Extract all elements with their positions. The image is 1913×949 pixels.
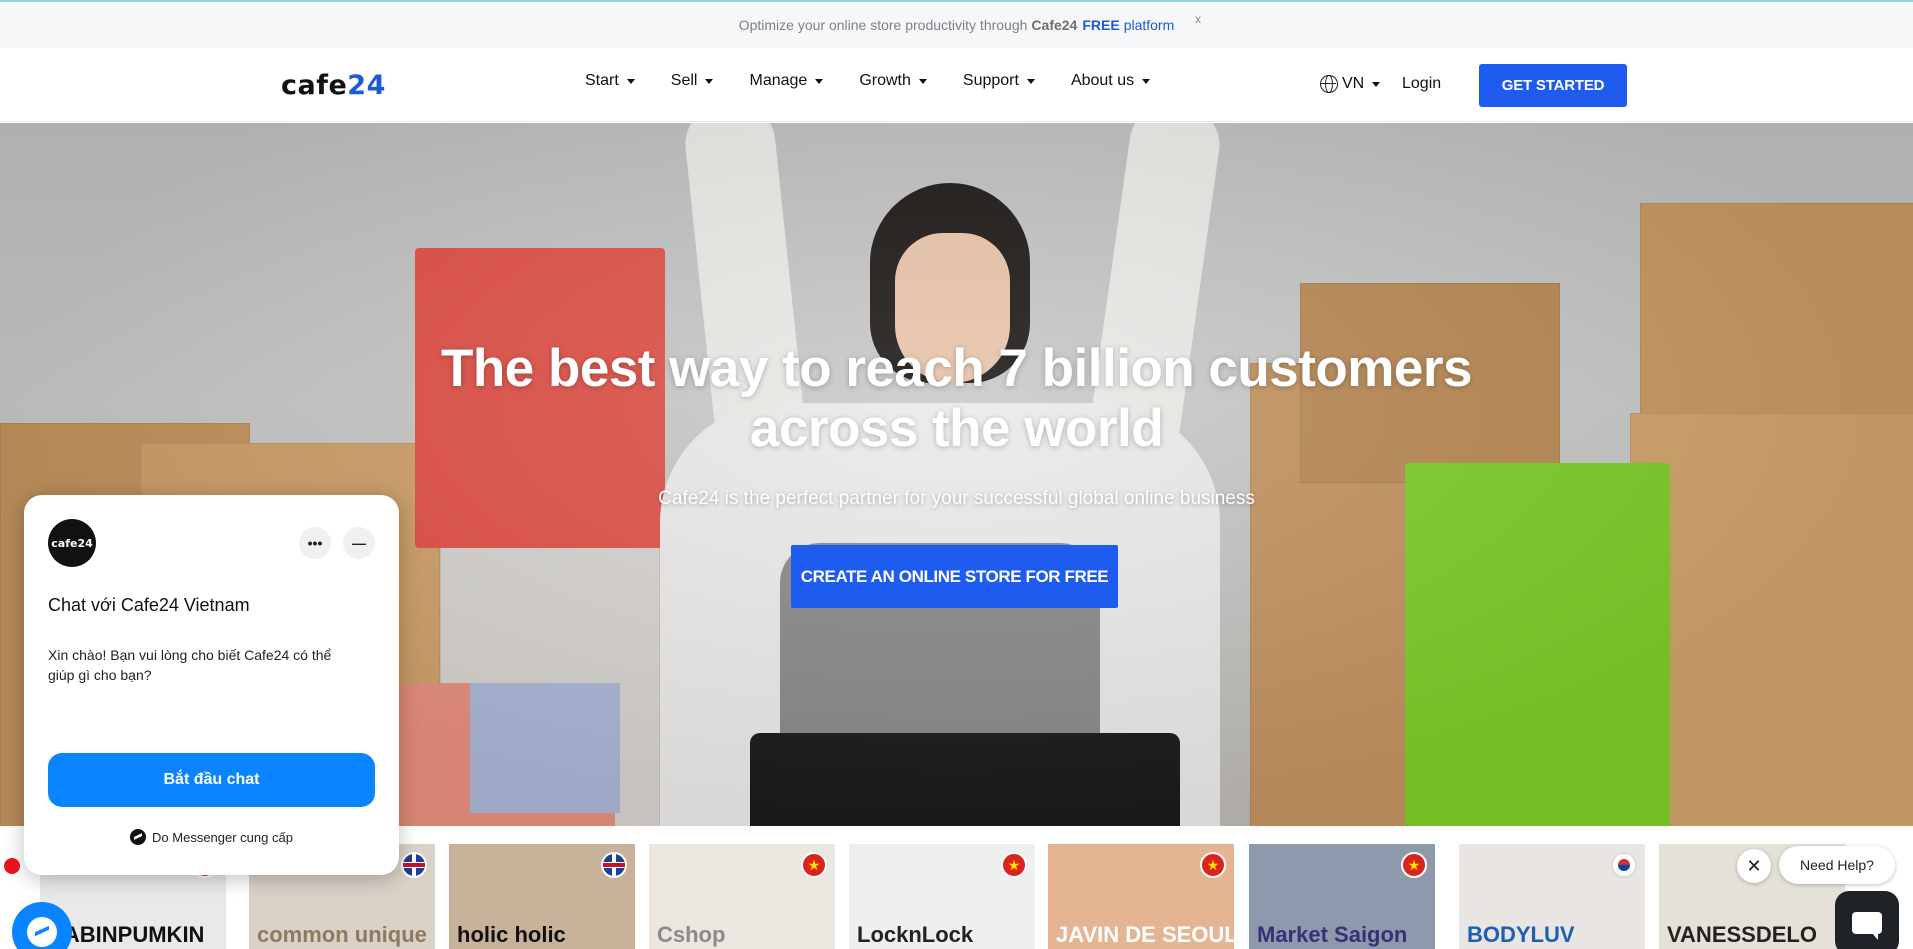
uk-flag-icon — [401, 852, 427, 878]
vn-flag-icon: ★ — [1401, 852, 1427, 878]
main-nav: Start Sell Manage Growth Support About u… — [585, 72, 1186, 90]
chat-title: Chat với Cafe24 Vietnam — [48, 595, 250, 615]
minimize-button[interactable]: — — [343, 527, 375, 559]
messenger-chat-panel: cafe24 ••• — Chat với Cafe24 Vietnam Xin… — [24, 495, 399, 875]
promo-free[interactable]: FREE — [1082, 17, 1119, 33]
chevron-down-icon — [815, 78, 824, 84]
store-name: common unique — [257, 922, 427, 947]
chevron-down-icon — [1142, 78, 1151, 84]
uk-flag-icon — [601, 852, 627, 878]
need-help-bubble[interactable]: Need Help? — [1779, 846, 1895, 884]
store-name: LocknLock — [857, 922, 974, 947]
kr-flag-icon — [1611, 852, 1637, 878]
notification-dot — [4, 858, 20, 874]
store-name: holic holic — [457, 922, 566, 947]
nav-start[interactable]: Start — [585, 72, 635, 90]
nav-about-us[interactable]: About us — [1071, 72, 1151, 90]
promo-platform-link[interactable]: platform — [1124, 17, 1175, 33]
get-started-button[interactable]: GET STARTED — [1479, 64, 1627, 107]
chat-welcome-message: Xin chào! Bạn vui lòng cho biết Cafe24 c… — [48, 647, 332, 683]
store-card[interactable]: LocknLock ★ — [849, 844, 1035, 949]
store-card[interactable]: JAVIN DE SEOUL ★ — [1048, 844, 1234, 949]
cafe24-logo[interactable]: cafe24 — [281, 70, 386, 101]
messenger-icon — [27, 917, 57, 947]
help-close-button[interactable]: ✕ — [1737, 849, 1771, 883]
store-card[interactable]: BODYLUV — [1459, 844, 1645, 949]
site-header: cafe24 Start Sell Manage Growth Support … — [0, 48, 1913, 122]
nav-sell[interactable]: Sell — [671, 72, 714, 90]
create-store-button[interactable]: CREATE AN ONLINE STORE FOR FREE — [791, 545, 1118, 608]
promo-brand: Cafe24 — [1031, 17, 1078, 33]
chevron-down-icon — [1372, 81, 1381, 87]
promo-bar: Optimize your online store productivity … — [0, 0, 1913, 48]
chat-avatar: cafe24 — [48, 519, 96, 567]
vn-flag-icon: ★ — [1200, 852, 1226, 878]
help-chat-button[interactable] — [1835, 891, 1899, 949]
store-card[interactable]: Market Saigon ★ — [1249, 844, 1435, 949]
store-name: VANESSDELO — [1667, 922, 1817, 947]
login-link[interactable]: Login — [1402, 75, 1441, 93]
chat-bubble-icon — [1852, 912, 1882, 940]
store-card[interactable]: holic holic — [449, 844, 635, 949]
globe-icon — [1320, 75, 1338, 93]
start-chat-button[interactable]: Bắt đầu chat — [48, 753, 375, 807]
chevron-down-icon — [705, 78, 714, 84]
store-name: Market Saigon — [1257, 922, 1408, 947]
store-card[interactable]: Cshop ★ — [649, 844, 835, 949]
chevron-down-icon — [918, 78, 927, 84]
chevron-down-icon — [626, 78, 635, 84]
messenger-footer: Do Messenger cung cấp — [24, 829, 399, 845]
nav-support[interactable]: Support — [963, 72, 1035, 90]
nav-manage[interactable]: Manage — [749, 72, 824, 90]
vn-flag-icon: ★ — [801, 852, 827, 878]
more-options-button[interactable]: ••• — [299, 527, 331, 559]
store-name: JAVIN DE SEOUL — [1056, 922, 1234, 947]
vn-flag-icon: ★ — [1001, 852, 1027, 878]
chevron-down-icon — [1026, 78, 1035, 84]
store-name: BODYLUV — [1467, 922, 1575, 947]
hero-title: The best way to reach 7 billion customer… — [441, 339, 1472, 458]
language-selector[interactable]: VN — [1320, 75, 1381, 93]
promo-text: Optimize your online store productivity … — [738, 17, 1028, 33]
messenger-icon — [130, 829, 147, 845]
store-name: Cshop — [657, 922, 726, 947]
promo-close-button[interactable]: x — [1195, 12, 1201, 26]
nav-growth[interactable]: Growth — [859, 72, 927, 90]
